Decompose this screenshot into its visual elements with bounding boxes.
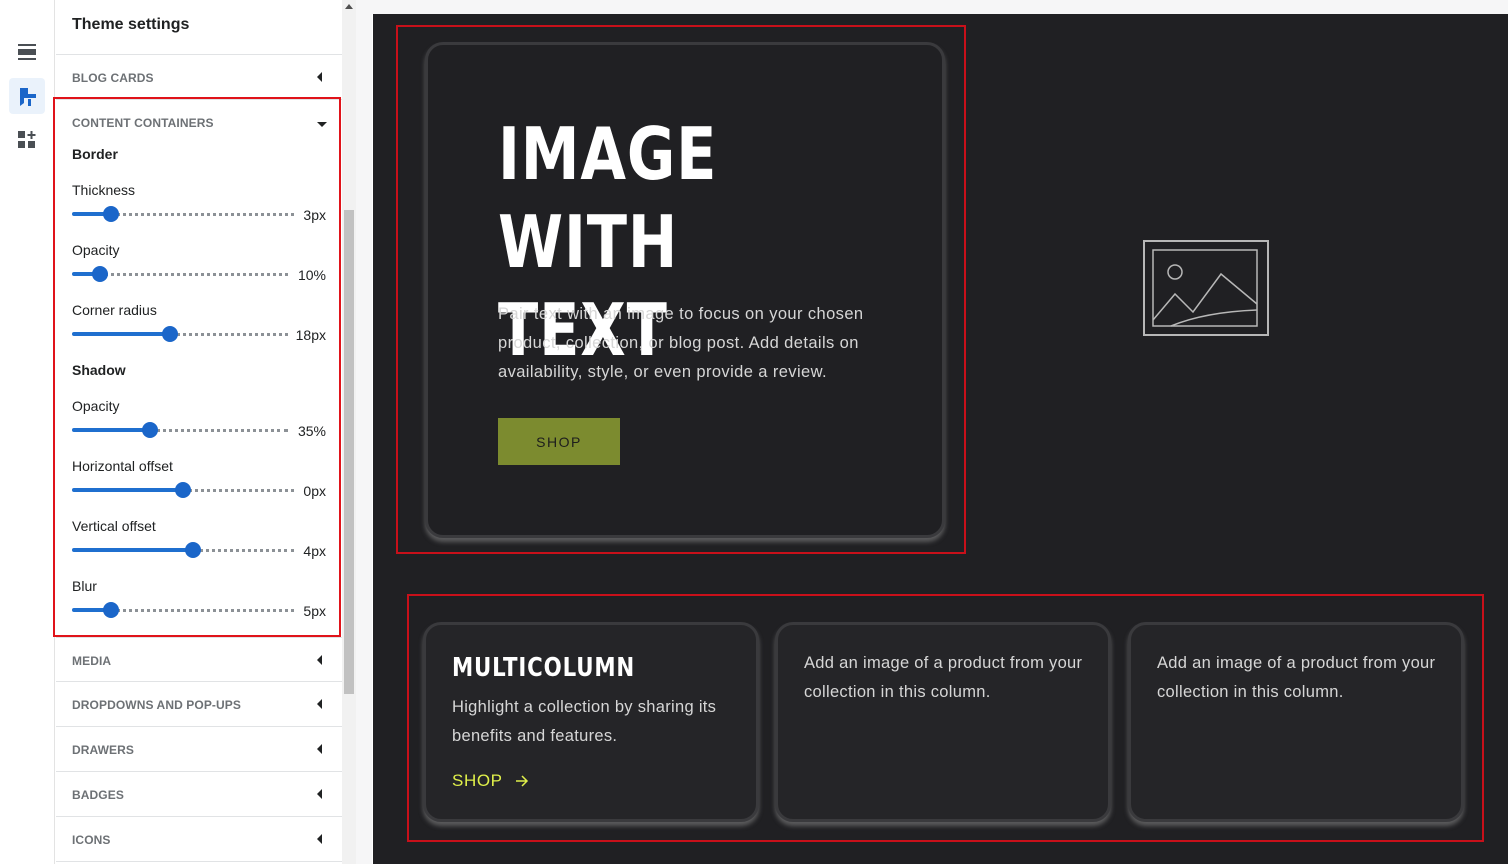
preview-top-strip — [372, 0, 1508, 14]
section-drawers[interactable]: DRAWERS — [56, 727, 342, 772]
section-label: ICONS — [72, 833, 111, 847]
multicolumn-title: MULTICOLUMN — [452, 653, 636, 683]
section-label: DRAWERS — [72, 743, 135, 757]
caret-left-icon — [317, 789, 322, 799]
caret-left-icon — [317, 72, 322, 82]
apps-add-icon — [18, 131, 36, 148]
sections-button[interactable] — [9, 34, 45, 70]
section-label: BLOG CARDS — [72, 71, 154, 85]
multicolumn-shop-link[interactable]: SHOP — [452, 771, 529, 791]
image-placeholder — [1143, 240, 1269, 336]
caret-left-icon — [317, 834, 322, 844]
panel-title: Theme settings — [72, 16, 190, 33]
icon-rail — [0, 0, 55, 864]
theme-settings-button[interactable] — [9, 78, 45, 114]
section-label: DROPDOWNS AND POP-UPS — [72, 698, 241, 712]
section-label: MEDIA — [72, 654, 112, 668]
column-card: Add an image of a product from your coll… — [1128, 622, 1464, 822]
sections-icon — [18, 44, 36, 60]
storefront-preview: IMAGE WITH TEXT Pair text with an image … — [373, 14, 1508, 864]
app-embeds-button[interactable] — [9, 122, 45, 158]
section-media[interactable]: MEDIA — [56, 637, 342, 682]
content-containers-highlight — [53, 97, 341, 637]
preview-gutter — [356, 0, 372, 864]
paintbrush-icon — [20, 88, 36, 106]
shop-link-label: SHOP — [452, 771, 503, 790]
shop-button[interactable]: SHOP — [498, 418, 620, 465]
image-with-text-body: Pair text with an image to focus on your… — [498, 305, 864, 381]
section-dropdowns-and-popups[interactable]: DROPDOWNS AND POP-UPS — [56, 682, 342, 727]
arrow-right-icon — [515, 775, 528, 787]
section-label: BADGES — [72, 788, 124, 802]
heading-line: IMAGE WITH — [498, 112, 718, 284]
panel-scrollbar-thumb[interactable] — [344, 210, 354, 694]
scroll-up-arrow-icon[interactable] — [345, 4, 353, 9]
multicolumn-card: MULTICOLUMN Highlight a collection by sh… — [423, 622, 759, 822]
column-card: Add an image of a product from your coll… — [775, 622, 1111, 822]
image-placeholder-icon — [1152, 249, 1258, 327]
image-with-text-card: IMAGE WITH TEXT Pair text with an image … — [425, 42, 945, 538]
caret-left-icon — [317, 655, 322, 665]
multicolumn-text: Highlight a collection by sharing its be… — [452, 698, 717, 745]
caret-left-icon — [317, 699, 322, 709]
caret-left-icon — [317, 744, 322, 754]
section-badges[interactable]: BADGES — [56, 772, 342, 817]
section-blog-cards[interactable]: BLOG CARDS — [56, 55, 342, 100]
column-text: Add an image of a product from your coll… — [1157, 654, 1436, 701]
section-icons[interactable]: ICONS — [56, 817, 342, 862]
column-text: Add an image of a product from your coll… — [804, 654, 1083, 701]
